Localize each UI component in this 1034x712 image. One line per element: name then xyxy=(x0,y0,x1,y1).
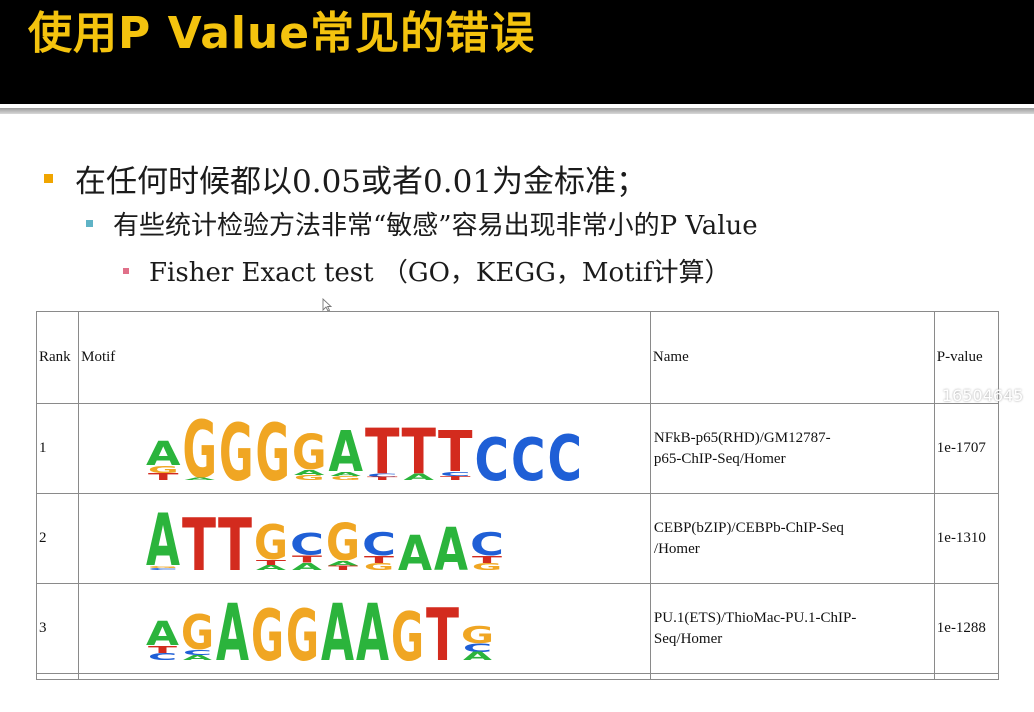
logo-letter: A xyxy=(321,594,354,664)
logo-letter-small: A xyxy=(463,649,492,662)
logo-letter-small: T xyxy=(440,475,471,481)
bullet-square-icon xyxy=(86,220,93,227)
bullet-level2-text: 有些统计检验方法非常“敏感”容易出现非常小的P Value xyxy=(113,211,758,241)
bullet-level2: 有些统计检验方法非常“敏感”容易出现非常小的P Value xyxy=(86,205,758,242)
watermark-text: 16504645 xyxy=(942,386,1024,405)
motif-logo-image: AGT GA G G GAG AAG TCT TA TCT C C C xyxy=(146,414,583,484)
bullet-level3-text: Fisher Exact test （GO，KEGG，Motif计算） xyxy=(149,258,731,288)
logo-letter: A xyxy=(398,526,433,574)
motif-name-cell: PU.1(ETS)/ThioMac-PU.1-ChIP- Seq/Homer xyxy=(649,583,935,674)
empty-cell xyxy=(649,673,935,680)
motif-logo-cell: AGTGAGGGAGAAGTCTTATCTCCC xyxy=(78,403,651,494)
empty-cell xyxy=(36,673,80,680)
logo-letter-small: T xyxy=(367,476,398,481)
logo-letter: A xyxy=(434,515,468,574)
logo-letter: G xyxy=(251,594,284,663)
motif-logo-cell: AGCTTGTACTAGATCTGAACTG xyxy=(78,493,651,584)
logo-letter: T xyxy=(218,504,252,574)
empty-cell xyxy=(78,673,651,680)
logo-letter-small: C xyxy=(148,651,177,662)
header-name: Name xyxy=(649,311,935,404)
logo-letter: C xyxy=(475,425,510,484)
logo-letter: T xyxy=(182,504,216,574)
motif-name-cell: CEBP(bZIP)/CEBPb-ChIP-Seq /Homer xyxy=(649,493,935,584)
motif-logo-image: ATC GCA A G G A A G T GCA xyxy=(146,594,494,664)
logo-letter: G xyxy=(219,414,253,484)
logo-letter: A xyxy=(216,594,249,664)
logo-letter: C xyxy=(548,422,583,483)
title-bar: 使用P Value常见的错误 xyxy=(0,0,1034,104)
motif-name-line: Seq/Homer xyxy=(653,630,723,647)
logo-letter: G xyxy=(256,414,291,484)
table-row: 1 AGTGAGGGAGAAGTCTTATCTCCC NFkB-p65(RHD)… xyxy=(36,403,999,494)
table-row: 3 ATCGCAAGGAAGTGCA PU.1(ETS)/ThioMac-PU.… xyxy=(36,583,999,674)
rank-cell: 3 xyxy=(36,583,80,674)
logo-letter-small: G xyxy=(294,473,325,481)
logo-letter-small: A xyxy=(185,477,216,481)
empty-cell xyxy=(933,673,999,680)
motif-logo-image: AGC T T GTACTA GATCTG A A CTG xyxy=(146,504,504,574)
bullet-square-icon xyxy=(123,267,129,274)
bullet-square-icon xyxy=(44,174,53,183)
pvalue-cell: 1e-1707 xyxy=(933,403,999,494)
logo-letter-small: G xyxy=(472,560,502,571)
motif-name-line: CEBP(bZIP)/CEBPb-ChIP-Seq xyxy=(653,519,844,536)
rank-cell: 1 xyxy=(36,403,80,494)
logo-letter-small: G xyxy=(364,560,394,571)
motif-table-container: Rank Motif Name P-value 1 AGTGAGGGAGAAGT… xyxy=(36,311,999,681)
logo-letter: T xyxy=(426,594,459,664)
slide-title: 使用P Value常见的错误 xyxy=(28,8,536,59)
bullet-level1: 在任何时候都以0.05或者0.01为金标准； xyxy=(44,156,647,201)
motif-table: Rank Motif Name P-value 1 AGTGAGGGAGAAGT… xyxy=(36,311,999,680)
motif-name-line: PU.1(ETS)/ThioMac-PU.1-ChIP- xyxy=(653,609,857,626)
motif-name-line: NFkB-p65(RHD)/GM12787- xyxy=(653,429,831,446)
logo-letter: G xyxy=(391,598,424,664)
logo-letter-small: A xyxy=(183,653,213,661)
logo-letter-small: A xyxy=(256,563,287,571)
rank-cell: 2 xyxy=(36,493,80,584)
motif-logo-cell: ATCGCAAGGAAGTGCA xyxy=(78,583,651,674)
bullet-level1-text: 在任何时候都以0.05或者0.01为金标准； xyxy=(75,164,648,200)
logo-letter-small: A xyxy=(292,560,323,572)
logo-letter: A xyxy=(146,504,180,574)
table-row: 2 AGCTTGTACTAGATCTGAACTG CEBP(bZIP)/CEBP… xyxy=(36,493,999,584)
motif-name-line: /Homer xyxy=(653,540,700,557)
motif-name-cell: NFkB-p65(RHD)/GM12787- p65-ChIP-Seq/Home… xyxy=(649,403,935,494)
pvalue-cell: 1e-1310 xyxy=(933,493,999,584)
logo-letter: G xyxy=(286,594,319,663)
logo-letter-small: A xyxy=(404,472,435,482)
table-row-partial xyxy=(36,673,999,680)
table-header-row: Rank Motif Name P-value xyxy=(36,311,999,404)
logo-letter-small: G xyxy=(331,475,362,481)
bullet-level3: Fisher Exact test （GO，KEGG，Motif计算） xyxy=(123,252,731,289)
header-rank: Rank xyxy=(36,311,80,404)
header-motif: Motif xyxy=(78,311,651,404)
mouse-pointer-icon xyxy=(322,298,332,312)
title-separator xyxy=(0,108,1034,114)
logo-letter: G xyxy=(183,414,218,484)
motif-name-line: p65-ChIP-Seq/Homer xyxy=(653,450,786,467)
logo-letter: A xyxy=(356,594,389,664)
logo-letter-small: C xyxy=(148,567,178,570)
logo-letter-small: T xyxy=(148,471,179,482)
logo-letter: C xyxy=(511,425,546,484)
pvalue-cell: 1e-1288 xyxy=(933,583,999,674)
logo-letter-small: T xyxy=(328,564,359,572)
